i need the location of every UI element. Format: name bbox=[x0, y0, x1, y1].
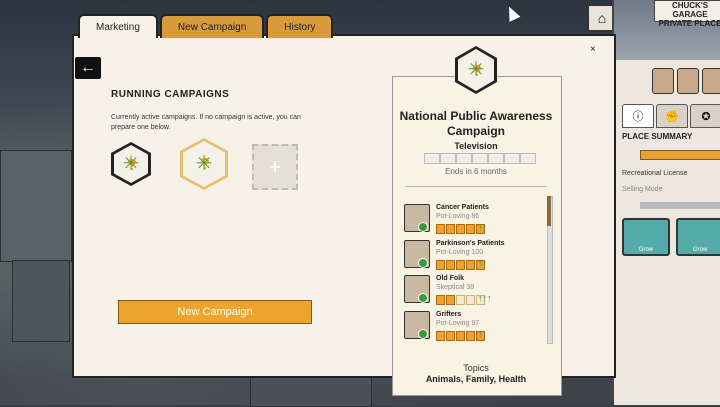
close-icon[interactable]: × bbox=[590, 44, 596, 55]
attitude-segment bbox=[446, 260, 455, 270]
plus-icon: + bbox=[268, 154, 282, 179]
grow-card[interactable]: Grow bbox=[676, 218, 720, 256]
attitude-segment bbox=[456, 260, 465, 270]
leaf-badge-icon bbox=[418, 329, 428, 339]
badge-icon: ✪ bbox=[701, 110, 711, 123]
avatar[interactable] bbox=[702, 68, 720, 94]
attitude-segment bbox=[436, 224, 445, 234]
tab-new-campaign[interactable]: New Campaign bbox=[159, 14, 265, 38]
audience-attitude: Skeptical 38 bbox=[436, 284, 475, 291]
place-panel: CHUCK'S GARAGE PRIVATE PLACE ⓘ ✊ ✪ PLACE… bbox=[612, 0, 720, 405]
tab-marketing[interactable]: Marketing bbox=[78, 14, 158, 38]
attitude-segment bbox=[446, 224, 455, 234]
home-icon: ⌂ bbox=[597, 10, 607, 26]
question-mark-icon: ? bbox=[472, 63, 482, 80]
attitude-segment bbox=[436, 260, 445, 270]
trend-up-icon: ↑↑ bbox=[478, 258, 487, 268]
license-label: Recreational License bbox=[622, 170, 688, 177]
avatar[interactable] bbox=[652, 68, 674, 94]
campaign-medium: Television bbox=[454, 141, 498, 151]
building bbox=[0, 150, 72, 262]
attitude-segment bbox=[456, 224, 465, 234]
attitude-segment bbox=[456, 295, 465, 305]
attitude-segment bbox=[436, 295, 445, 305]
avatar[interactable] bbox=[677, 68, 699, 94]
fist-icon: ✊ bbox=[665, 110, 679, 123]
arrow-left-icon: ← bbox=[80, 59, 96, 76]
leaf-badge-icon bbox=[418, 293, 428, 303]
leaf-badge-icon bbox=[418, 222, 428, 232]
staff-avatars bbox=[652, 68, 720, 94]
new-campaign-button[interactable]: New Campaign bbox=[118, 300, 312, 324]
running-campaigns-title: RUNNING CAMPAIGNS bbox=[111, 89, 230, 100]
question-mark-icon: ? bbox=[127, 157, 137, 174]
staff-tab[interactable]: ✊ bbox=[656, 104, 688, 128]
security-tab[interactable]: ✪ bbox=[690, 104, 720, 128]
trend-up-icon: ↑↑↑ bbox=[478, 293, 492, 303]
audience-name: Grifters bbox=[436, 311, 462, 318]
scrollbar-thumb[interactable] bbox=[547, 196, 551, 226]
attitude-segment bbox=[466, 224, 475, 234]
place-title: CHUCK'S GARAGE PRIVATE PLACE bbox=[654, 0, 720, 28]
progress-cell bbox=[504, 153, 520, 164]
audience-row[interactable]: Parkinson's Patients Pot-Loving 100 ↑↑ bbox=[404, 240, 544, 272]
audience-row[interactable]: Cancer Patients Pot-Loving 86 ↑↑ bbox=[404, 204, 544, 236]
grow-card[interactable]: Grow bbox=[622, 218, 670, 256]
progress-cell bbox=[424, 153, 440, 164]
attitude-segment bbox=[446, 295, 455, 305]
selling-bar bbox=[640, 202, 720, 209]
campaign-progress bbox=[424, 153, 536, 164]
progress-cell bbox=[520, 153, 536, 164]
attitude-segment bbox=[466, 331, 475, 341]
campaign-ends: Ends in 6 months bbox=[445, 167, 507, 176]
audience-attitude: Pot-Loving 100 bbox=[436, 249, 484, 256]
audience-row[interactable]: Grifters Pot-Loving 97 ↑ bbox=[404, 311, 544, 343]
audience-name: Old Folk bbox=[436, 275, 464, 282]
progress-cell bbox=[488, 153, 504, 164]
add-campaign-slot[interactable]: + bbox=[252, 144, 298, 190]
place-progress-bar bbox=[640, 150, 720, 160]
campaign-title: National Public Awareness Campaign bbox=[399, 109, 553, 138]
divider bbox=[405, 186, 547, 187]
trend-up-icon: ↑ bbox=[478, 329, 483, 339]
audience-attitude: Pot-Loving 97 bbox=[436, 320, 480, 327]
place-summary-heading: PLACE SUMMARY bbox=[622, 132, 693, 141]
audience-attitude: Pot-Loving 86 bbox=[436, 213, 480, 220]
selling-mode-label: Selling Mode bbox=[622, 186, 663, 193]
campaign-slot-inner: ✳ ? bbox=[183, 141, 225, 187]
running-campaigns-description: Currently active campaigns. If no campai… bbox=[111, 114, 301, 131]
topics-value: Animals, Family, Health bbox=[425, 374, 527, 384]
campaign-emblem-inner: ✳ ? bbox=[458, 49, 494, 91]
tab-bar: Marketing New Campaign History bbox=[78, 14, 334, 38]
panel-tabs: ⓘ ✊ ✪ bbox=[622, 104, 720, 128]
question-mark-icon: ? bbox=[200, 156, 210, 173]
trend-up-icon: ↑↑ bbox=[478, 222, 487, 232]
campaign-slot-inner: ✳ ? bbox=[114, 145, 148, 183]
attitude-segment bbox=[456, 331, 465, 341]
building bbox=[12, 260, 70, 342]
progress-cell bbox=[456, 153, 472, 164]
info-icon: ⓘ bbox=[632, 111, 644, 123]
attitude-segment bbox=[466, 295, 475, 305]
attitude-segment bbox=[446, 331, 455, 341]
progress-cell bbox=[440, 153, 456, 164]
attitude-segment bbox=[466, 260, 475, 270]
audience-row[interactable]: Old Folk Skeptical 38 ↑↑↑ bbox=[404, 275, 544, 307]
leaf-badge-icon bbox=[418, 258, 428, 268]
progress-cell bbox=[472, 153, 488, 164]
attitude-segment bbox=[436, 331, 445, 341]
audience-name: Parkinson's Patients bbox=[436, 240, 505, 247]
back-button[interactable]: ← bbox=[75, 57, 101, 79]
audience-name: Cancer Patients bbox=[436, 204, 489, 211]
grow-cards: Grow Grow bbox=[622, 218, 720, 256]
info-tab[interactable]: ⓘ bbox=[622, 104, 654, 128]
tab-history[interactable]: History bbox=[266, 14, 334, 38]
topics-label: Topics bbox=[463, 363, 489, 373]
